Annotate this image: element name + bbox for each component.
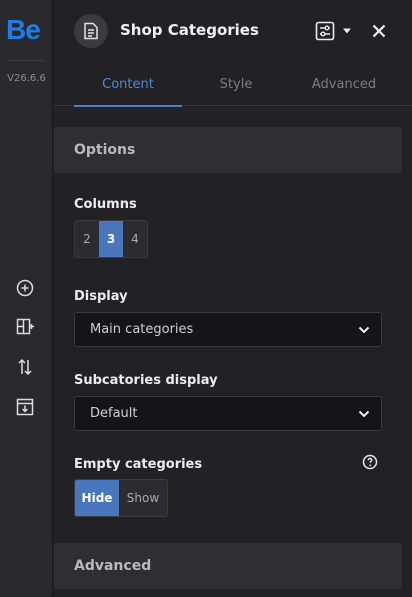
caret-down-icon[interactable]: [340, 18, 354, 44]
tab-content[interactable]: Content: [74, 62, 182, 107]
document-icon: [74, 14, 108, 48]
empty-categories-toggle: Hide Show: [74, 479, 168, 517]
columns-option-4[interactable]: 4: [123, 221, 147, 257]
advanced-section-header[interactable]: Advanced: [54, 543, 402, 589]
tab-bar: Content Style Advanced: [54, 62, 412, 107]
options-section-header[interactable]: Options: [54, 127, 402, 173]
brand-logo[interactable]: Be: [6, 14, 41, 46]
tab-advanced[interactable]: Advanced: [290, 62, 398, 106]
empty-option-hide[interactable]: Hide: [75, 480, 119, 516]
sliders-icon[interactable]: [313, 18, 337, 44]
settings-panel: Shop Categories Content Style Advanced O…: [54, 0, 412, 597]
display-select[interactable]: Main categories: [74, 312, 382, 347]
import-icon[interactable]: [14, 396, 36, 418]
chevron-down-icon: [358, 326, 370, 334]
chevron-down-icon: [358, 410, 370, 418]
close-icon[interactable]: [368, 18, 390, 44]
scrollbar[interactable]: [402, 106, 412, 597]
panel-title: Shop Categories: [120, 21, 259, 39]
sort-arrows-icon[interactable]: [14, 356, 36, 378]
version-label: V26.6.6: [7, 73, 46, 84]
add-circle-icon[interactable]: [14, 277, 36, 299]
empty-categories-label: Empty categories: [74, 457, 203, 472]
display-label: Display: [74, 289, 128, 304]
left-rail: Be V26.6.6: [0, 0, 53, 597]
layout-add-icon[interactable]: [14, 316, 36, 338]
columns-option-2[interactable]: 2: [75, 221, 99, 257]
subcategories-select[interactable]: Default: [74, 396, 382, 431]
rail-divider: [8, 60, 45, 61]
columns-label: Columns: [74, 197, 137, 212]
columns-option-3[interactable]: 3: [99, 221, 123, 257]
empty-option-show[interactable]: Show: [119, 480, 167, 516]
columns-selector: 2 3 4: [74, 220, 148, 258]
subcategories-select-value: Default: [90, 406, 138, 421]
display-select-value: Main categories: [90, 322, 194, 337]
panel-header: Shop Categories: [54, 0, 412, 62]
help-icon[interactable]: [362, 454, 378, 470]
subcategories-label: Subcatories display: [74, 373, 218, 388]
tab-style[interactable]: Style: [182, 62, 290, 106]
